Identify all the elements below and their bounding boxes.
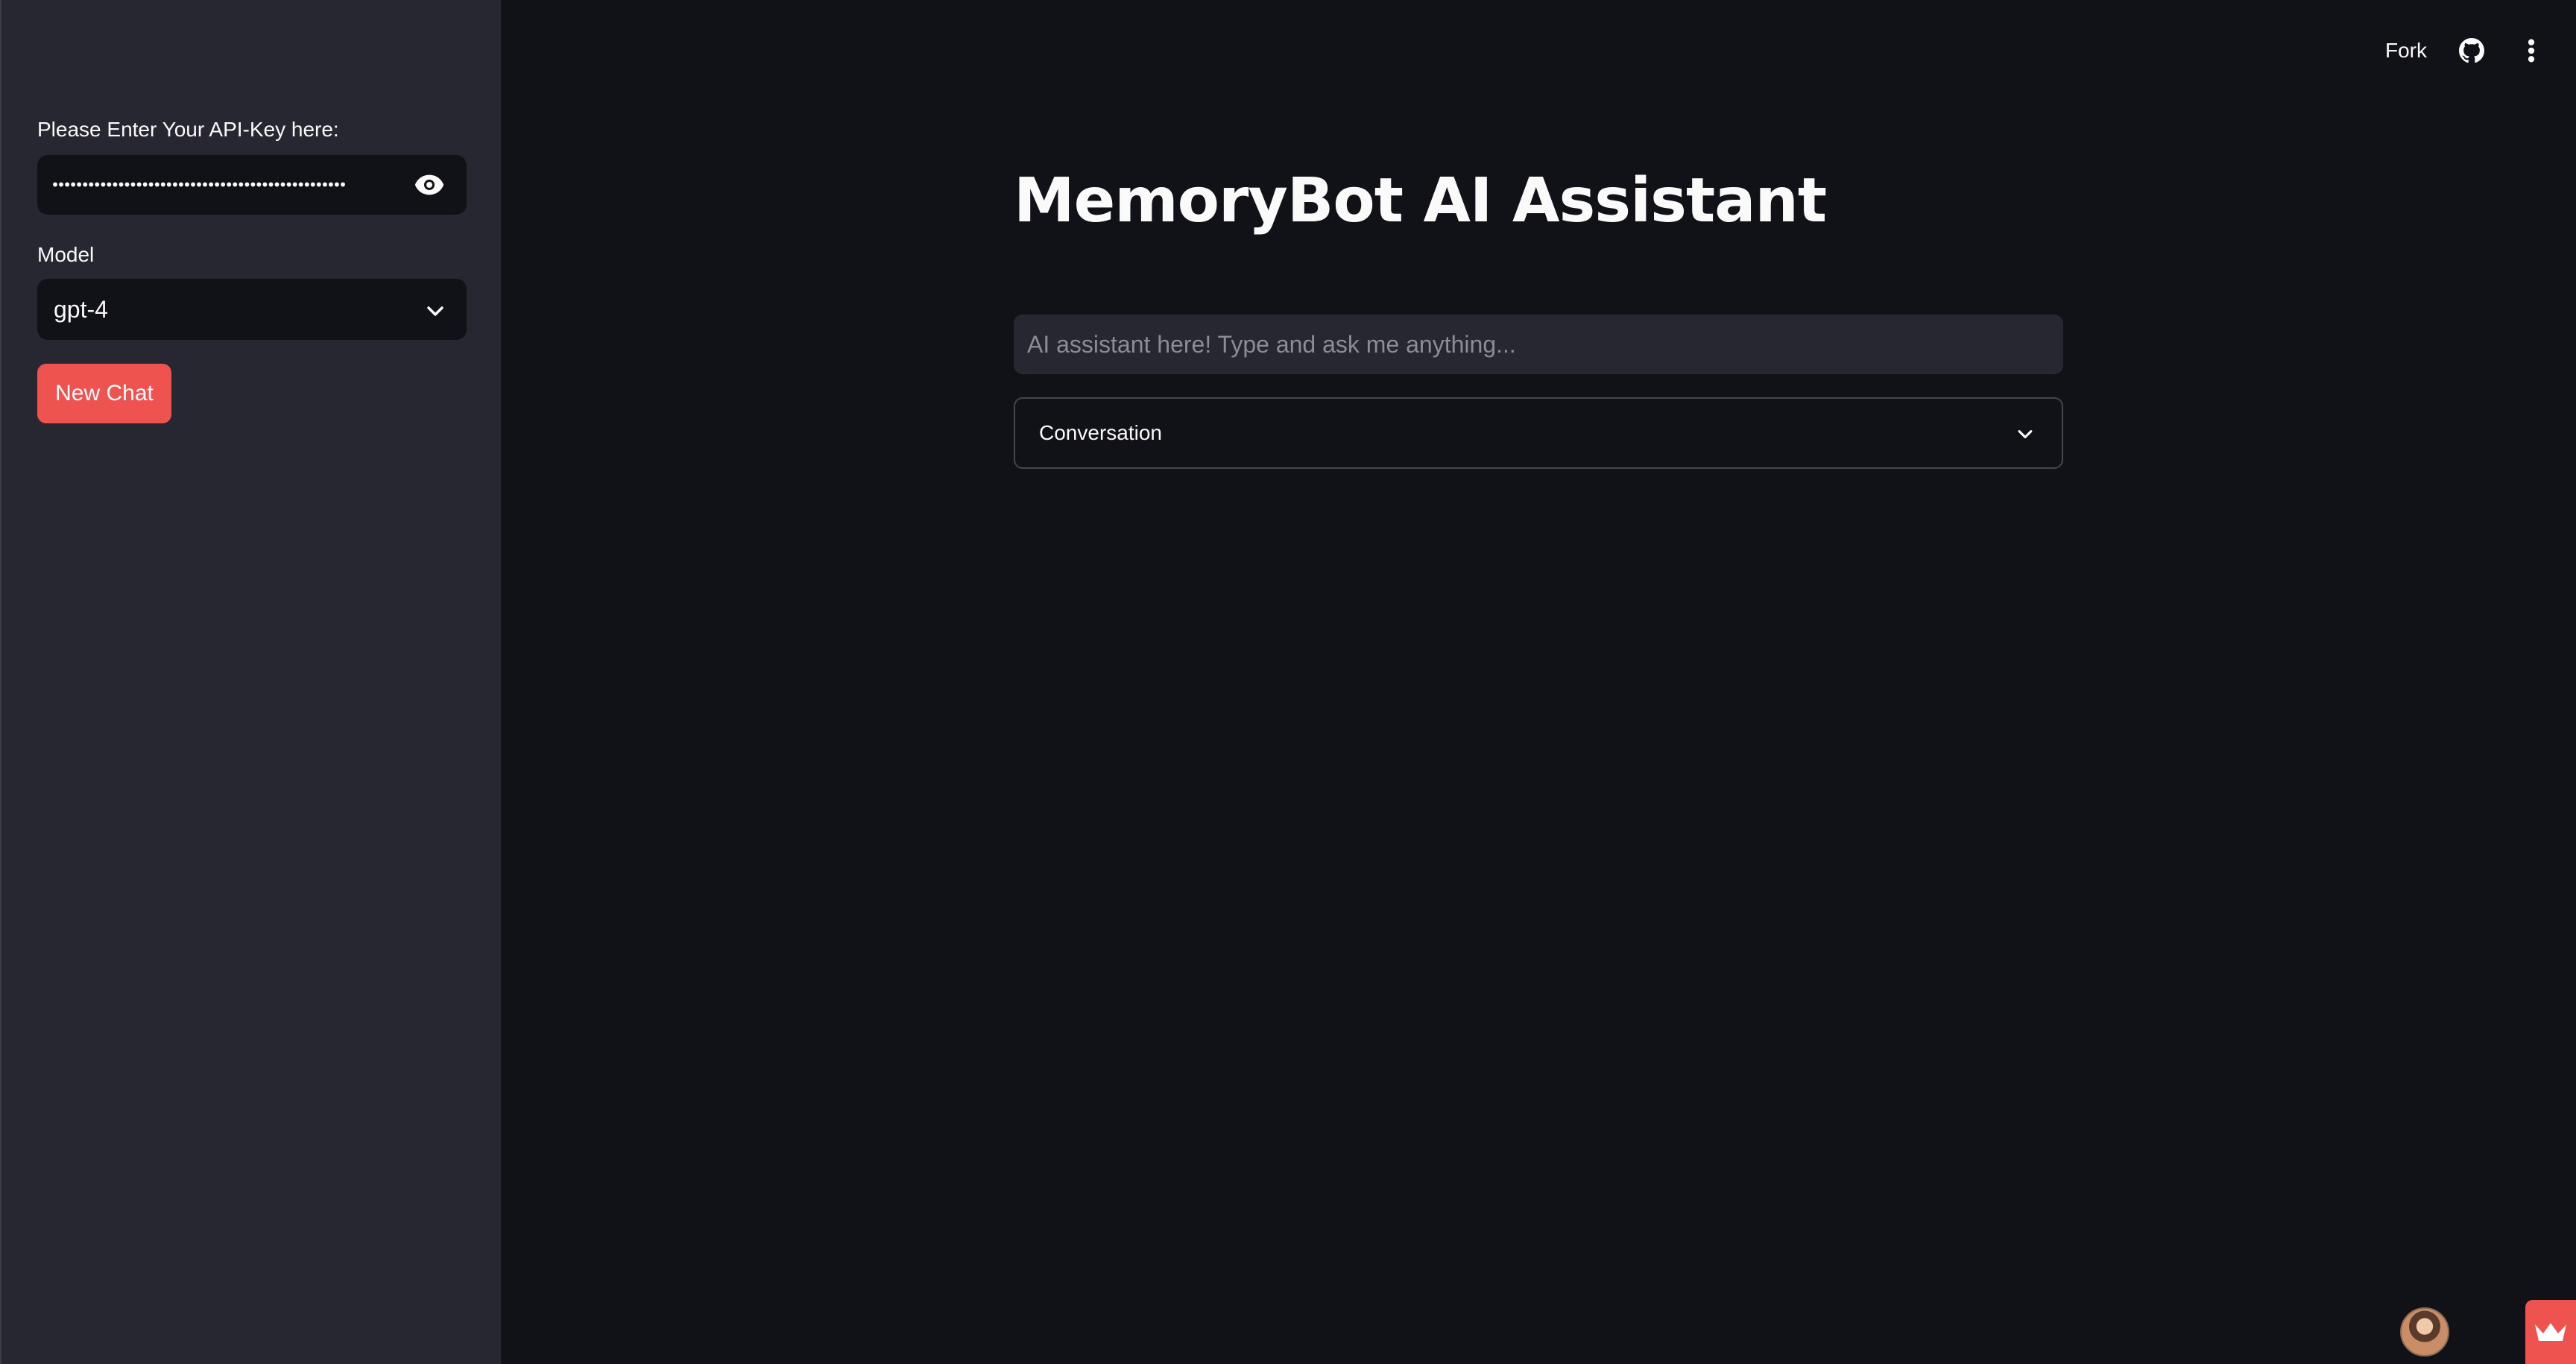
fork-link[interactable]: Fork <box>2385 39 2427 63</box>
model-label: Model <box>37 243 95 266</box>
page-title: MemoryBot AI Assistant <box>1014 165 1827 236</box>
chevron-down-icon <box>2017 421 2033 445</box>
top-toolbar: Fork <box>2385 30 2546 72</box>
api-key-value[interactable]: ••••••••••••••••••••••••••••••••••••••••… <box>37 176 392 194</box>
app-window: Please Enter Your API-Key here: ••••••••… <box>0 0 2576 1364</box>
model-select[interactable]: gpt-4 <box>37 279 467 340</box>
crown-icon[interactable] <box>2525 1300 2576 1364</box>
github-icon[interactable] <box>2457 30 2487 72</box>
sidebar: Please Enter Your API-Key here: ••••••••… <box>0 0 501 1364</box>
new-chat-button[interactable]: New Chat <box>37 364 171 423</box>
conversation-expander[interactable]: Conversation <box>1014 397 2063 469</box>
conversation-expander-label: Conversation <box>1039 421 1162 444</box>
more-vertical-icon[interactable] <box>2516 30 2546 72</box>
chevron-down-icon <box>426 296 444 323</box>
api-key-label: Please Enter Your API-Key here: <box>37 118 339 141</box>
model-selected-value: gpt-4 <box>54 295 108 323</box>
eye-icon[interactable] <box>392 155 467 215</box>
avatar[interactable] <box>2400 1307 2449 1357</box>
chat-input[interactable] <box>1014 315 2063 374</box>
api-key-field[interactable]: ••••••••••••••••••••••••••••••••••••••••… <box>37 155 467 215</box>
